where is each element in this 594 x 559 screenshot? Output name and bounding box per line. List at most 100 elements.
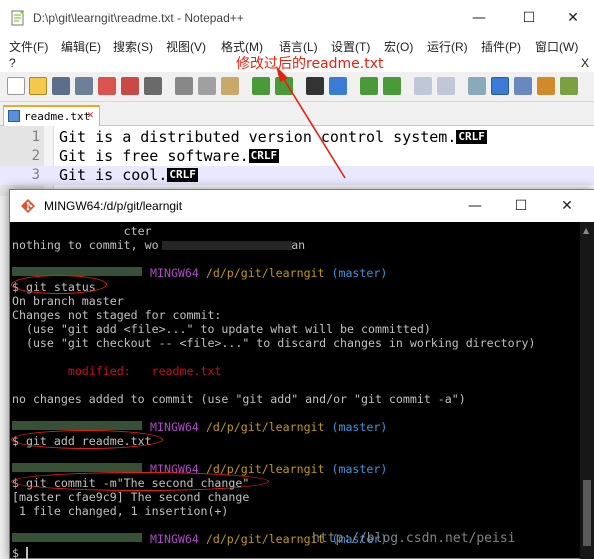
terminal-text: (master)	[324, 462, 388, 476]
paste-icon[interactable]	[221, 77, 239, 95]
terminal-line: cter	[12, 224, 152, 238]
terminal-line: nothing to commit, wo an	[12, 238, 305, 252]
watermark: http://blog.csdn.net/peisi	[312, 531, 516, 546]
terminal-text: no changes added to commit (use "git add…	[12, 392, 466, 406]
close-all-icon[interactable]	[121, 77, 139, 95]
eol-marker: CRLF	[456, 130, 487, 144]
terminal-scrollbar[interactable]: ▲	[580, 222, 594, 559]
terminal-text: (use "git checkout -- <file>..." to disc…	[12, 336, 536, 350]
terminal-text: (use "git add <file>..." to update what …	[12, 322, 431, 336]
terminal-line: 1 file changed, 1 insertion(+)	[12, 504, 228, 518]
tab-close-icon[interactable]: ✕	[87, 108, 94, 121]
terminal-close-button[interactable]: ✕	[544, 190, 590, 222]
terminal-line: no changes added to commit (use "git add…	[12, 392, 466, 406]
tab-readme[interactable]: readme.txt ✕	[3, 105, 100, 126]
terminal-window: MINGW64:/d/p/git/learngit — ☐ ✕ cter noth…	[9, 189, 594, 559]
line-number: 2	[31, 148, 40, 164]
redacted-username	[12, 267, 142, 276]
notepad-title: D:\p\git\learngit\readme.txt - Notepad++	[33, 11, 244, 25]
terminal-line: modified: readme.txt	[12, 364, 222, 378]
user-language-icon[interactable]	[537, 77, 555, 95]
menu-window[interactable]: 窗口(W)	[535, 38, 578, 55]
sync-horizontal-icon[interactable]	[437, 77, 455, 95]
redacted-username	[12, 463, 142, 472]
indent-guide-icon[interactable]	[514, 77, 532, 95]
sync-vertical-icon[interactable]	[414, 77, 432, 95]
save-state-icon	[8, 110, 20, 122]
text-cursor	[25, 547, 28, 559]
close-icon[interactable]	[98, 77, 116, 95]
screenshot-root: D:\p\git\learngit\readme.txt - Notepad++…	[0, 0, 594, 559]
scroll-thumb[interactable]	[583, 480, 591, 546]
save-all-icon[interactable]	[75, 77, 93, 95]
highlight-git-add	[11, 430, 163, 449]
terminal-text: [master cfae9c9] The second change	[12, 490, 250, 504]
notepad-maximize-button[interactable]: ☐	[506, 0, 552, 36]
close-document-button[interactable]: X	[581, 56, 589, 70]
terminal-text: /d/p/git/learngit	[198, 266, 325, 280]
zoom-in-icon[interactable]	[360, 77, 378, 95]
zoom-out-icon[interactable]	[383, 77, 401, 95]
terminal-minimize-button[interactable]: —	[452, 190, 498, 222]
line-number: 3	[31, 167, 40, 183]
editor-area[interactable]: 1 Git is a distributed version control s…	[0, 126, 594, 196]
undo-icon[interactable]	[252, 77, 270, 95]
terminal-titlebar: MINGW64:/d/p/git/learngit — ☐ ✕	[10, 190, 594, 222]
terminal-text: MINGW64	[150, 420, 199, 434]
notepad-tabbar: readme.txt ✕	[0, 102, 594, 126]
menu-search[interactable]: 搜索(S)	[113, 38, 153, 55]
show-all-characters-icon[interactable]	[491, 77, 509, 95]
terminal-line: On branch master	[12, 294, 124, 308]
terminal-line: (use "git checkout -- <file>..." to disc…	[12, 336, 536, 350]
redacted-username	[12, 533, 142, 542]
open-file-icon[interactable]	[29, 77, 47, 95]
menu-run[interactable]: 运行(R)	[427, 38, 468, 55]
terminal-text: Changes not staged for commit:	[12, 308, 222, 322]
cut-icon[interactable]	[175, 77, 193, 95]
line-text: Git is cool. CRLF	[59, 166, 198, 184]
save-icon[interactable]	[52, 77, 70, 95]
print-icon[interactable]	[144, 77, 162, 95]
line-content: Git is a distributed version control sys…	[59, 128, 457, 146]
notepad-toolbar	[0, 72, 594, 102]
doc-map-icon[interactable]	[560, 77, 578, 95]
annotation-label: 修改过后的readme.txt	[236, 56, 384, 72]
new-file-icon[interactable]	[7, 77, 25, 95]
menu-view[interactable]: 视图(V)	[166, 38, 206, 55]
menu-plugins[interactable]: 插件(P)	[481, 38, 521, 55]
word-wrap-icon[interactable]	[468, 77, 486, 95]
terminal-text: On branch master	[12, 294, 124, 308]
terminal-line: $	[12, 546, 28, 559]
replace-icon[interactable]	[329, 77, 347, 95]
editor-line: 2 Git is free software. CRLF	[0, 147, 594, 166]
terminal-text: /d/p/git/learngit	[198, 420, 325, 434]
terminal-maximize-button[interactable]: ☐	[498, 190, 544, 222]
line-number: 1	[31, 129, 40, 145]
eol-marker: CRLF	[167, 168, 198, 182]
terminal-text: 1 file changed, 1 insertion(+)	[12, 504, 229, 518]
menu-file[interactable]: 文件(F)	[9, 38, 48, 55]
scroll-up-icon[interactable]: ▲	[583, 226, 589, 235]
redo-icon[interactable]	[275, 77, 293, 95]
terminal-title: MINGW64:/d/p/git/learngit	[44, 199, 183, 213]
terminal-output[interactable]: cter nothing to commit, wo an MINGW64 /d/p…	[10, 222, 580, 559]
menu-edit[interactable]: 编辑(E)	[61, 38, 101, 55]
tab-label: readme.txt	[24, 110, 91, 123]
terminal-text: (master)	[324, 266, 388, 280]
menu-help[interactable]: ?	[9, 56, 16, 70]
menu-macro[interactable]: 宏(O)	[384, 38, 413, 55]
notepad-close-button[interactable]: ✕	[550, 0, 594, 36]
editor-line: 1 Git is a distributed version control s…	[0, 128, 594, 147]
highlight-git-commit	[11, 472, 269, 491]
find-icon[interactable]	[306, 77, 324, 95]
notepad-app-icon	[9, 9, 27, 27]
terminal-text: cter	[12, 224, 152, 238]
notepad-minimize-button[interactable]: —	[456, 0, 502, 36]
line-content: Git is cool.	[59, 166, 168, 184]
terminal-line: Changes not staged for commit:	[12, 308, 221, 322]
eol-marker: CRLF	[248, 149, 280, 163]
terminal-text: (master)	[324, 420, 388, 434]
git-icon	[20, 198, 36, 214]
copy-icon[interactable]	[198, 77, 216, 95]
terminal-text: /d/p/git/learngit	[198, 532, 325, 546]
